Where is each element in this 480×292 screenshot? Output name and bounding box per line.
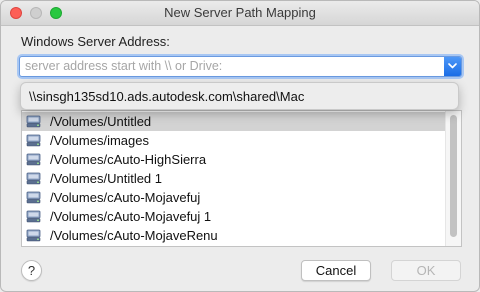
list-item[interactable]: /Volumes/cAuto-Mojavefuj: [22, 188, 446, 207]
drive-icon: [26, 134, 41, 147]
window-title: New Server Path Mapping: [164, 5, 316, 20]
scrollbar-thumb[interactable]: [450, 115, 457, 237]
volumes-list[interactable]: /Volumes/Untitled/Volumes/images/Volumes…: [21, 110, 462, 247]
volume-path: /Volumes/cAuto-MojaveRenu: [50, 228, 218, 243]
help-button[interactable]: ?: [21, 260, 42, 281]
drive-icon: [26, 210, 41, 223]
list-item[interactable]: /Volumes/cAuto-Mojavefuj 1: [22, 207, 446, 226]
volume-path: /Volumes/Untitled: [50, 114, 152, 129]
drive-icon: [26, 191, 41, 204]
list-item[interactable]: /Volumes/Untitled: [22, 112, 446, 131]
server-address-label: Windows Server Address:: [21, 34, 170, 49]
list-item[interactable]: /Volumes/images: [22, 131, 446, 150]
list-item[interactable]: /Volumes/Untitled 1: [22, 169, 446, 188]
suggestion-popup: \\sinsgh135sd10.ads.autodesk.com\shared\…: [20, 82, 459, 110]
drive-icon: [26, 229, 41, 242]
cancel-button[interactable]: Cancel: [301, 260, 371, 281]
dialog-window: New Server Path Mapping Windows Server A…: [0, 0, 480, 292]
title-bar[interactable]: New Server Path Mapping: [1, 1, 479, 26]
volume-path: /Volumes/Untitled 1: [50, 171, 163, 186]
volume-path: /Volumes/cAuto-HighSierra: [50, 152, 207, 167]
list-scrollbar[interactable]: [445, 111, 461, 246]
list-item[interactable]: /Volumes/cAuto-HighSierra: [22, 150, 446, 169]
suggestion-item[interactable]: \\sinsgh135sd10.ads.autodesk.com\shared\…: [29, 89, 304, 104]
combobox-dropdown-button[interactable]: [444, 57, 461, 76]
drive-icon: [26, 115, 41, 128]
server-address-input[interactable]: server address start with \\ or Drive:: [25, 59, 222, 73]
server-address-combobox[interactable]: server address start with \\ or Drive:: [19, 56, 462, 77]
ok-button[interactable]: OK: [391, 260, 461, 281]
volume-path: /Volumes/cAuto-Mojavefuj 1: [50, 209, 212, 224]
drive-icon: [26, 172, 41, 185]
volume-path: /Volumes/images: [50, 133, 149, 148]
chevron-down-icon: [448, 63, 457, 69]
list-item[interactable]: /Volumes/cAuto-MojaveRenu: [22, 226, 446, 245]
drive-icon: [26, 153, 41, 166]
volume-path: /Volumes/cAuto-Mojavefuj: [50, 190, 201, 205]
